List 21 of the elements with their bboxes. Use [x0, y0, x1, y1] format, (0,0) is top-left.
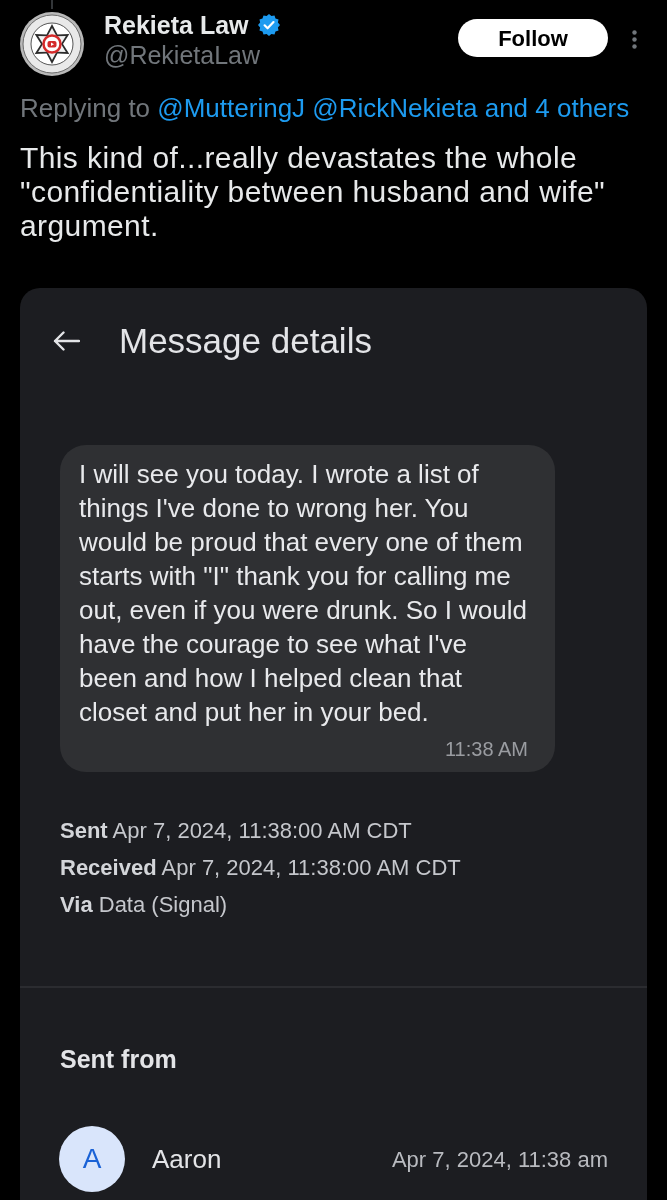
- reply-context-text: Replying to @MutteringJ @RickNekieta and 4 others: [20, 93, 630, 123]
- mention-link[interactable]: @RickNekieta: [312, 93, 478, 123]
- account-handle[interactable]: @RekietaLaw: [104, 40, 260, 70]
- detail-line: Via Data (Signal): [60, 891, 228, 919]
- tweet-text: This kind of...really devastates the whole "confidentiality between husband and wife" argument.: [20, 141, 607, 243]
- star-badge-avatar[interactable]: [20, 12, 84, 76]
- back-arrow-icon[interactable]: [52, 330, 80, 352]
- more-options-icon[interactable]: [632, 30, 637, 49]
- follow-button[interactable]: Follow: [458, 19, 608, 57]
- message-text: I will see you today. I wrote a list of things I've done to wrong her. You would be proud that every one of them starts with "I" thank you for calling me out, even if you were drunk. So I would have the courage to see what I've been and how I helped clean that closet and put her in your bed.: [79, 458, 529, 729]
- message-time: 11:38 AM: [444, 738, 528, 760]
- screen-title: Message details: [119, 321, 372, 361]
- detail-line: Received Apr 7, 2024, 11:38:00 AM CDT: [60, 854, 461, 882]
- others-link[interactable]: and 4 others: [484, 93, 630, 123]
- mention-link[interactable]: @MutteringJ: [157, 93, 306, 123]
- contact-avatar[interactable]: A: [59, 1126, 125, 1192]
- section-heading: Sent from: [60, 1044, 177, 1075]
- contact-time: Apr 7, 2024, 11:38 am: [391, 1145, 608, 1174]
- detail-line: Sent Apr 7, 2024, 11:38:00 AM CDT: [60, 817, 412, 845]
- account-name[interactable]: Rekieta Law: [104, 10, 249, 40]
- contact-name[interactable]: Aaron: [152, 1139, 222, 1179]
